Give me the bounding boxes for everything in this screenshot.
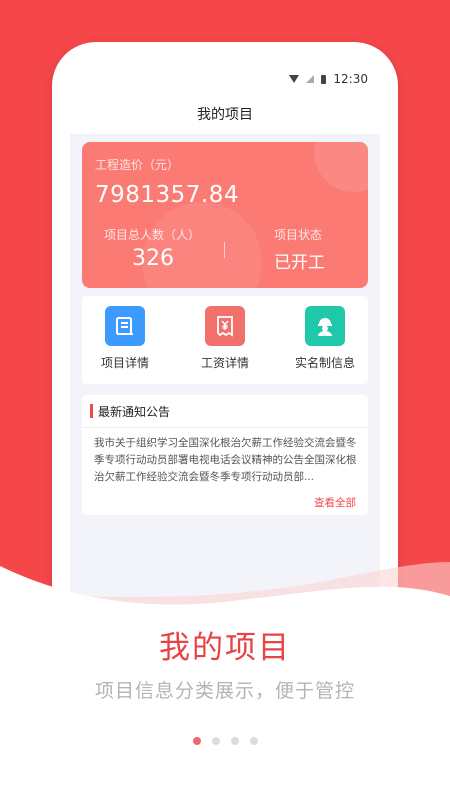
page-dot[interactable] xyxy=(211,737,220,745)
page-dot[interactable] xyxy=(230,737,239,745)
page-dot-active[interactable] xyxy=(192,737,201,745)
page-dot[interactable] xyxy=(249,737,258,745)
promo-subtitle: 项目信息分类展示，便于管控 xyxy=(94,680,355,702)
page-indicator xyxy=(0,737,450,745)
promo-headline: 我的项目 xyxy=(159,630,291,666)
